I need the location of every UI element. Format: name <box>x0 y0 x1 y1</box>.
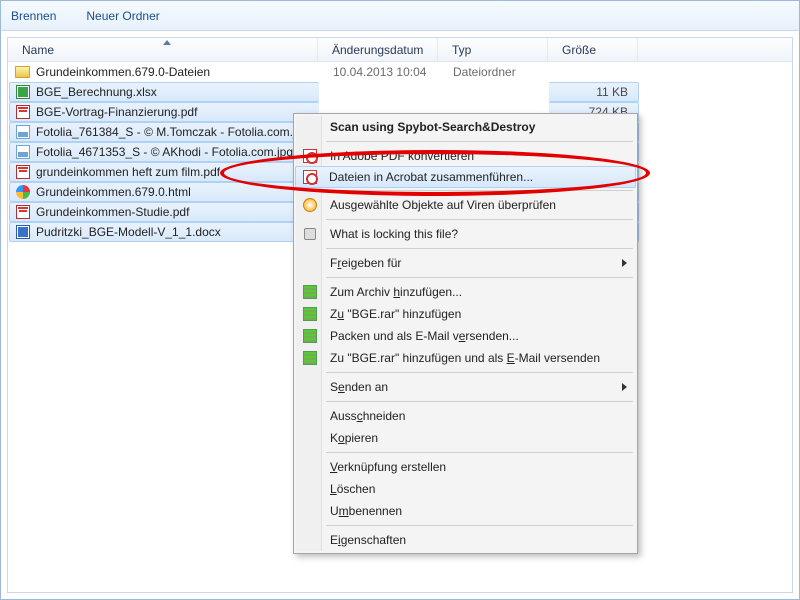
chevron-right-icon <box>622 259 627 267</box>
jpg-icon <box>16 145 30 159</box>
pdf-icon <box>16 205 30 219</box>
cm-cut[interactable]: Ausschneiden <box>296 405 635 427</box>
file-name: Grundeinkommen.679.0-Dateien <box>36 65 210 79</box>
file-name: Fotolia_761384_S - © M.Tomczak - Fotolia… <box>36 125 309 139</box>
file-date: 10.04.2013 10:04 <box>319 65 439 79</box>
lock-icon <box>302 226 318 242</box>
file-size: 11 KB <box>549 82 639 102</box>
file-type: Dateiordner <box>439 65 549 79</box>
cm-sep <box>326 277 633 278</box>
cm-sep <box>326 525 633 526</box>
cm-sep <box>326 401 633 402</box>
cm-archive-bge[interactable]: Zu "BGE.rar" hinzufügen <box>296 303 635 325</box>
cm-acrobat-combine[interactable]: Dateien in Acrobat zusammenführen... <box>295 166 636 188</box>
chevron-right-icon <box>622 383 627 391</box>
file-name: Fotolia_4671353_S - © AKhodi - Fotolia.c… <box>36 145 293 159</box>
cm-delete[interactable]: Löschen <box>296 478 635 500</box>
pdf-combine-icon <box>302 169 318 185</box>
file-row[interactable]: BGE_Berechnung.xlsx 11 KB <box>8 82 792 102</box>
file-name: Grundeinkommen.679.0.html <box>36 185 191 199</box>
shield-icon <box>302 197 318 213</box>
toolbar-new-folder[interactable]: Neuer Ordner <box>86 9 159 23</box>
xls-icon <box>16 85 30 99</box>
cm-locking[interactable]: What is locking this file? <box>296 223 635 245</box>
pdf-icon <box>302 148 318 164</box>
doc-icon <box>16 225 30 239</box>
cm-archive-mail[interactable]: Packen und als E-Mail versenden... <box>296 325 635 347</box>
file-name: BGE-Vortrag-Finanzierung.pdf <box>36 105 197 119</box>
cm-adobe-convert[interactable]: In Adobe PDF konvertieren <box>296 145 635 167</box>
sort-ascending-icon <box>163 40 171 45</box>
toolbar: Brennen Neuer Ordner <box>1 1 799 31</box>
col-date[interactable]: Änderungsdatum <box>318 38 438 61</box>
cm-sendto[interactable]: Senden an <box>296 376 635 398</box>
cm-sep <box>326 190 633 191</box>
explorer-window: Brennen Neuer Ordner Name Änderungsdatum… <box>0 0 800 600</box>
content-area: Name Änderungsdatum Typ Größe Grundeinko… <box>7 37 793 593</box>
cm-sep <box>326 141 633 142</box>
context-menu: Scan using Spybot-Search&Destroy In Adob… <box>293 113 638 554</box>
file-name: grundeinkommen heft zum film.pdf <box>36 165 220 179</box>
cm-sep <box>326 219 633 220</box>
file-name: BGE_Berechnung.xlsx <box>36 85 157 99</box>
archive-icon <box>302 306 318 322</box>
cm-archive-bge-mail[interactable]: Zu "BGE.rar" hinzufügen und als E-Mail v… <box>296 347 635 369</box>
cm-rename[interactable]: Umbenennen <box>296 500 635 522</box>
archive-icon <box>302 350 318 366</box>
archive-icon <box>302 284 318 300</box>
pdf-icon <box>16 165 30 179</box>
toolbar-burn[interactable]: Brennen <box>11 9 56 23</box>
cm-sep <box>326 452 633 453</box>
pdf-icon <box>16 105 30 119</box>
cm-properties[interactable]: Eigenschaften <box>296 529 635 551</box>
file-row[interactable]: Grundeinkommen.679.0-Dateien 10.04.2013 1… <box>8 62 792 82</box>
cm-sep <box>326 248 633 249</box>
cm-archive-add[interactable]: Zum Archiv hinzufügen... <box>296 281 635 303</box>
cm-share[interactable]: Freigeben für <box>296 252 635 274</box>
file-name: Grundeinkommen-Studie.pdf <box>36 205 189 219</box>
column-headers: Name Änderungsdatum Typ Größe <box>8 38 792 62</box>
cm-sep <box>326 372 633 373</box>
html-icon <box>16 185 30 199</box>
col-type[interactable]: Typ <box>438 38 548 61</box>
archive-icon <box>302 328 318 344</box>
col-name-label: Name <box>22 43 54 57</box>
cm-virus-check[interactable]: Ausgewählte Objekte auf Viren überprüfen <box>296 194 635 216</box>
file-name: Pudritzki_BGE-Modell-V_1_1.docx <box>36 225 221 239</box>
cm-spybot[interactable]: Scan using Spybot-Search&Destroy <box>296 116 635 138</box>
folder-icon <box>15 66 30 78</box>
cm-shortcut[interactable]: Verknüpfung erstellen <box>296 456 635 478</box>
jpg-icon <box>16 125 30 139</box>
cm-copy[interactable]: Kopieren <box>296 427 635 449</box>
col-size[interactable]: Größe <box>548 38 638 61</box>
col-name[interactable]: Name <box>8 38 318 61</box>
